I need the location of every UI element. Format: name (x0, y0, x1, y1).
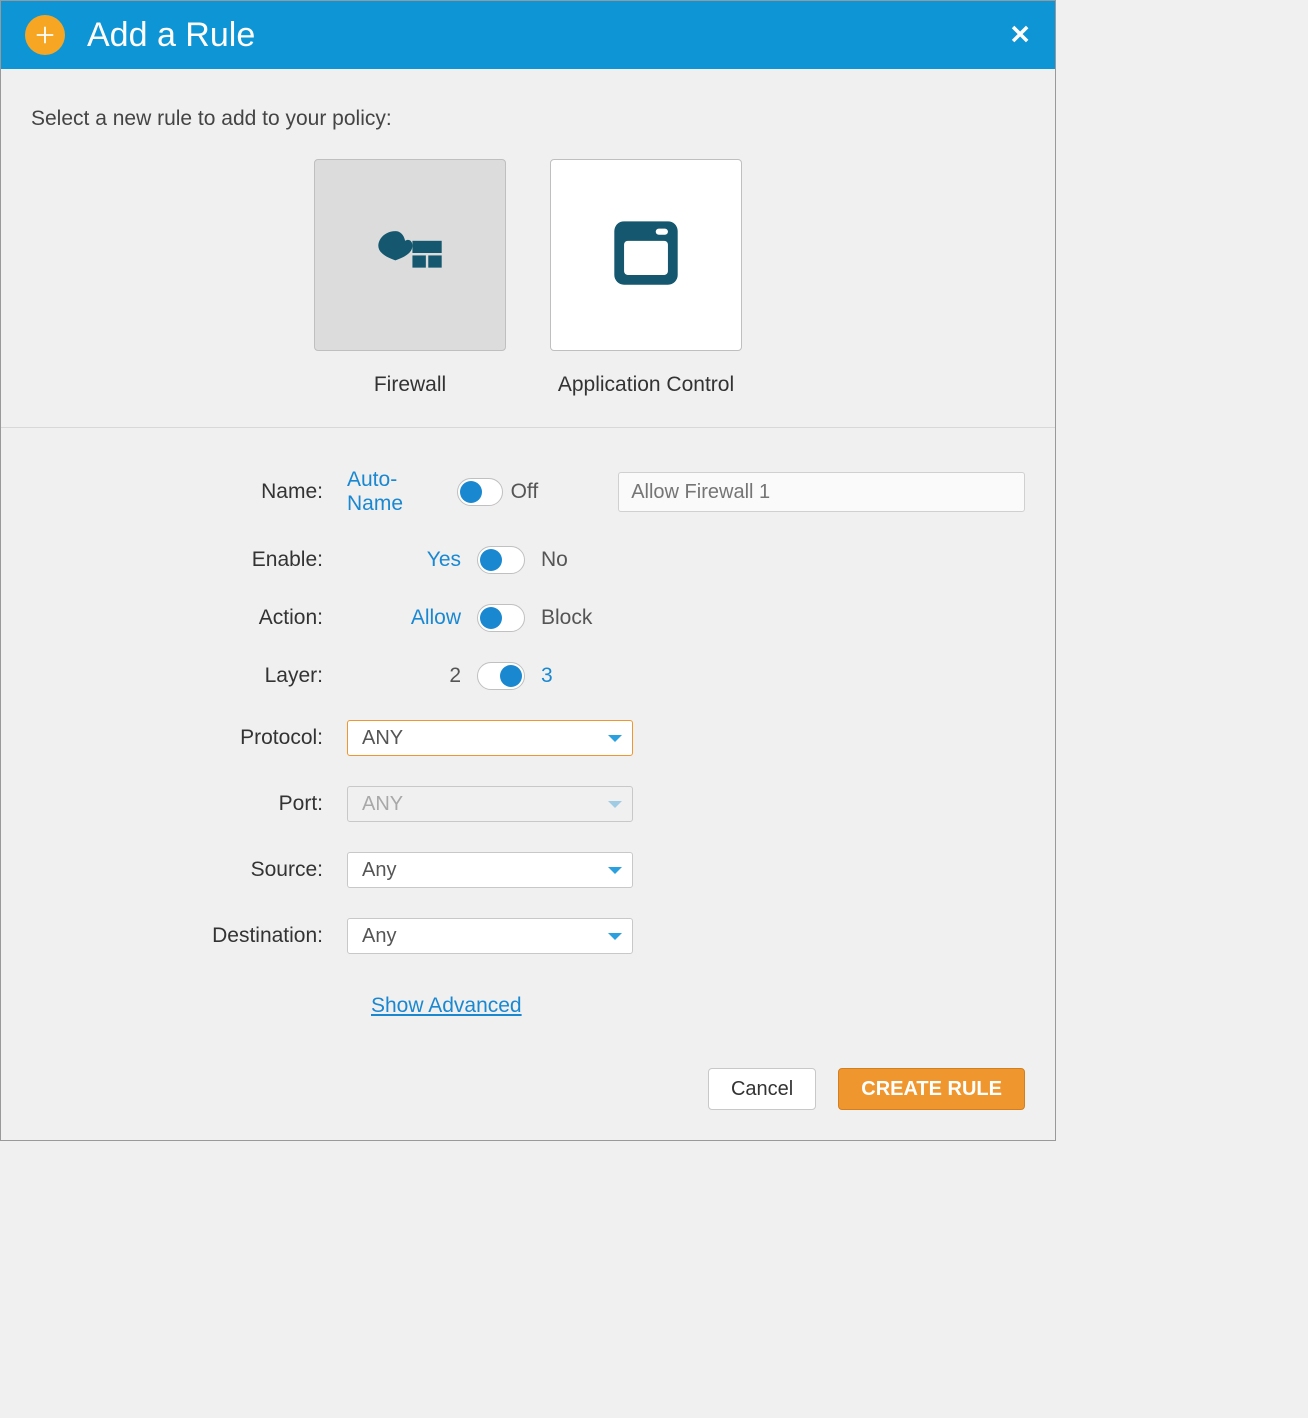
label-action: Action: (31, 606, 347, 630)
label-name: Name: (31, 480, 347, 504)
close-icon[interactable]: ✕ (1009, 20, 1031, 51)
dialog-footer: Cancel CREATE RULE (1, 1048, 1055, 1140)
prompt-text: Select a new rule to add to your policy: (31, 107, 1025, 131)
chevron-down-icon (608, 735, 622, 742)
firewall-icon (371, 214, 449, 297)
row-enable: Enable: Yes No (31, 546, 1025, 574)
tile-appcontrol: Application Control (550, 159, 742, 397)
name-input[interactable] (618, 472, 1025, 512)
toggle-action[interactable] (477, 604, 525, 632)
opt-enable-right: No (541, 548, 568, 572)
opt-autoname-left: Auto-Name (347, 468, 449, 516)
tile-appcontrol-box[interactable] (550, 159, 742, 351)
chevron-down-icon (608, 933, 622, 940)
opt-action-left: Allow (411, 606, 461, 629)
select-destination-value: Any (362, 925, 396, 948)
select-destination[interactable]: Any (347, 918, 633, 954)
label-layer: Layer: (31, 664, 347, 688)
create-rule-button[interactable]: CREATE RULE (838, 1068, 1025, 1110)
add-rule-dialog: Add a Rule ✕ Select a new rule to add to… (0, 0, 1056, 1141)
select-source[interactable]: Any (347, 852, 633, 888)
label-destination: Destination: (31, 924, 347, 948)
opt-action-right: Block (541, 606, 592, 630)
tile-firewall: Firewall (314, 159, 506, 397)
select-source-value: Any (362, 859, 396, 882)
dialog-titlebar: Add a Rule ✕ (1, 1, 1055, 69)
dialog-title: Add a Rule (87, 16, 255, 55)
label-source: Source: (31, 858, 347, 882)
toggle-enable[interactable] (477, 546, 525, 574)
cancel-button[interactable]: Cancel (708, 1068, 816, 1110)
show-advanced-link[interactable]: Show Advanced (371, 994, 522, 1018)
row-action: Action: Allow Block (31, 604, 1025, 632)
label-port: Port: (31, 792, 347, 816)
select-port: ANY (347, 786, 633, 822)
row-destination: Destination: Any (31, 918, 1025, 954)
chevron-down-icon (608, 801, 622, 808)
row-name: Name: Auto-Name Off (31, 468, 1025, 516)
select-protocol-value: ANY (362, 727, 403, 750)
tile-appcontrol-label: Application Control (558, 373, 734, 397)
rule-type-tiles: Firewall Application Control (31, 159, 1025, 397)
row-port: Port: ANY (31, 786, 1025, 822)
opt-layer-right: 3 (541, 664, 553, 688)
opt-autoname-right: Off (511, 480, 539, 504)
application-icon (607, 214, 685, 297)
label-enable: Enable: (31, 548, 347, 572)
select-port-value: ANY (362, 793, 403, 816)
chevron-down-icon (608, 867, 622, 874)
rule-form: Name: Auto-Name Off Enable: Yes No (1, 428, 1055, 1048)
opt-enable-left: Yes (427, 548, 461, 571)
row-layer: Layer: 2 3 (31, 662, 1025, 690)
rule-type-section: Select a new rule to add to your policy:… (1, 69, 1055, 428)
row-source: Source: Any (31, 852, 1025, 888)
tile-firewall-label: Firewall (374, 373, 446, 397)
select-protocol[interactable]: ANY (347, 720, 633, 756)
label-protocol: Protocol: (31, 726, 347, 750)
tile-firewall-box[interactable] (314, 159, 506, 351)
toggle-autoname[interactable]: Auto-Name Off (347, 468, 538, 516)
plus-icon (25, 15, 65, 55)
row-protocol: Protocol: ANY (31, 720, 1025, 756)
toggle-layer[interactable] (477, 662, 525, 690)
opt-layer-left: 2 (449, 664, 461, 687)
